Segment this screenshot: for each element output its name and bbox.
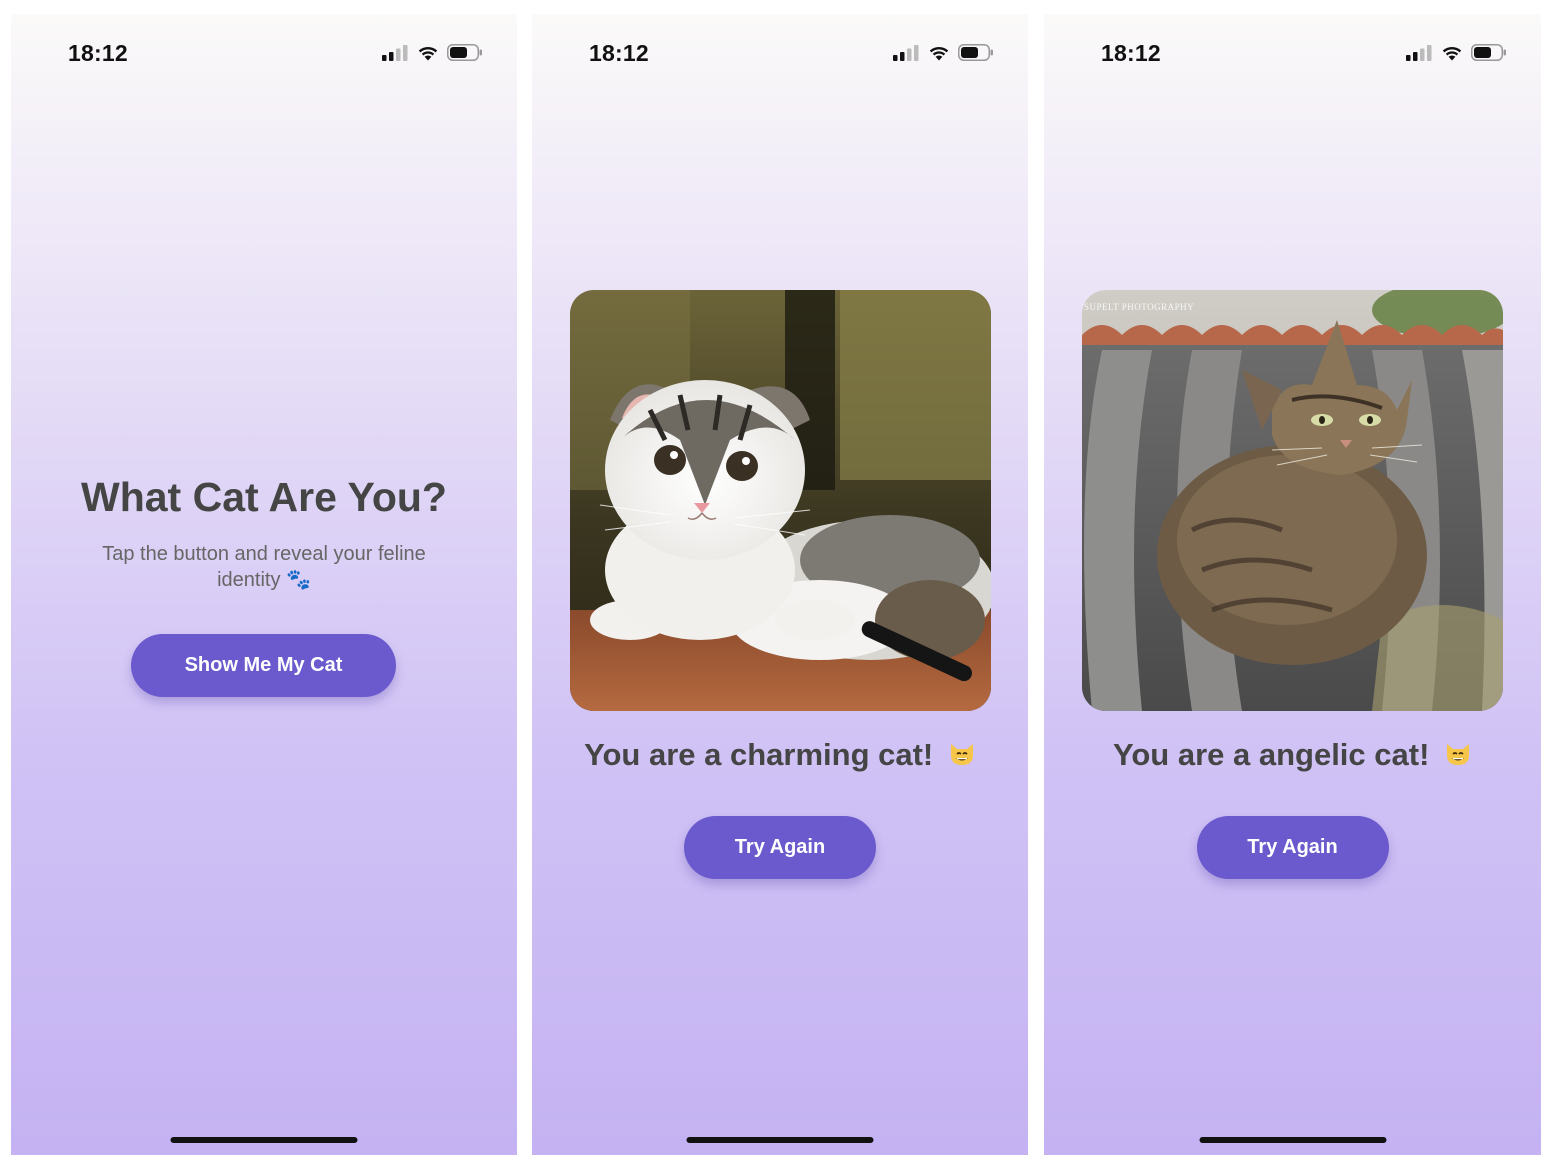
status-icons (1406, 44, 1507, 61)
battery-icon (1471, 44, 1506, 61)
status-icons (382, 44, 483, 61)
intro-content: What Cat Are You? Tap the button and rev… (11, 474, 517, 593)
grinning-cat-icon (1447, 744, 1470, 765)
cellular-signal-icon (1406, 44, 1432, 61)
cellular-signal-icon (382, 44, 408, 61)
show-me-my-cat-button[interactable]: Show Me My Cat (131, 634, 396, 697)
photo-watermark: SUPELT PHOTOGRAPHY (1084, 302, 1195, 312)
wifi-icon (1442, 46, 1462, 60)
page-title: What Cat Are You? (81, 474, 447, 520)
result-text: You are a charming cat! (532, 737, 1028, 773)
status-time: 18:12 (68, 40, 128, 66)
home-indicator[interactable] (686, 1137, 874, 1143)
battery-icon (447, 44, 482, 61)
try-again-button[interactable]: Try Again (684, 816, 876, 879)
result-screen-angelic: 18:12 SUPELT PHOTOGRAPHY You are a angel… (1044, 14, 1541, 1155)
tabby-cat-on-roof-photo: SUPELT PHOTOGRAPHY (1082, 290, 1503, 711)
intro-screen: 18:12 What Cat Are You? Tap the button a… (11, 14, 517, 1155)
result-label: You are a charming cat! (584, 737, 934, 772)
wifi-icon (929, 46, 949, 60)
home-indicator[interactable] (1199, 1137, 1386, 1143)
kitten-photo (570, 290, 991, 711)
page-subtitle: Tap the button and reveal your feline id… (102, 543, 426, 591)
wifi-icon (418, 46, 438, 60)
battery-icon (958, 44, 993, 61)
result-text: You are a angelic cat! (1044, 737, 1541, 773)
status-bar: 18:12 (11, 36, 517, 72)
status-time: 18:12 (589, 40, 649, 66)
result-label: You are a angelic cat! (1112, 737, 1430, 772)
status-icons (893, 44, 994, 61)
grinning-cat-icon (950, 744, 973, 765)
try-again-button[interactable]: Try Again (1196, 816, 1389, 879)
status-bar: 18:12 (1044, 36, 1541, 72)
result-screen-charming: 18:12 You are a charming cat! Try Again (532, 14, 1028, 1155)
home-indicator[interactable] (170, 1137, 358, 1143)
cellular-signal-icon (893, 44, 919, 61)
status-bar: 18:12 (532, 36, 1028, 72)
status-time: 18:12 (1101, 40, 1161, 66)
